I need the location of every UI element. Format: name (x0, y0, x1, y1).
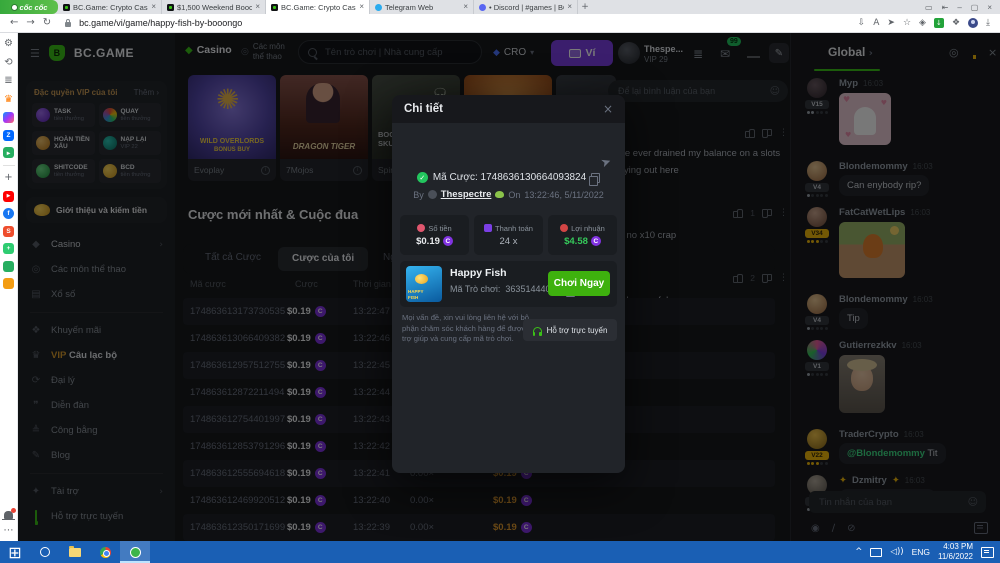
modal-title: Chi tiết (404, 103, 443, 115)
stat-profit: Lợi nhuận $4.58C (548, 215, 617, 255)
browser-toolbar: ← → ↻ bc.game/vi/game/happy-fish-by-booo… (0, 14, 1000, 33)
browser-sidebar: ⚙ ⟲ ≣ ♛ Z ▸ + ▶ f S + ⋯ (0, 33, 18, 541)
add-app-icon[interactable]: + (3, 172, 15, 184)
window-minimize-button[interactable]: – (957, 3, 961, 12)
volume-icon[interactable]: ◁)) (890, 547, 903, 557)
tab-discord[interactable]: • Discord | #games | BC G× (474, 0, 578, 14)
coccoc-taskbar-icon[interactable] (120, 541, 150, 563)
share-icon[interactable]: ➤ (887, 18, 895, 28)
back-button[interactable]: ← (10, 18, 18, 28)
bcgame-page: ☰ B BC.GAME Đặc quyền VIP của tôi Thêm ›… (18, 33, 1000, 541)
tab-close-icon[interactable]: × (255, 3, 260, 11)
bet-id: 1748636130664093824 (481, 172, 587, 183)
messenger-icon[interactable] (3, 112, 14, 123)
tab-booongo[interactable]: $1,500 Weekend Booongo M× (162, 0, 266, 14)
discord-favicon (479, 4, 486, 11)
tray-expand-icon[interactable]: ^ (855, 547, 862, 557)
bet-details-modal: Chi tiết × ➤ ✓ Mã Cược: 1748636130664093… (392, 95, 625, 473)
forward-button[interactable]: → (26, 18, 34, 28)
payout-icon (484, 224, 492, 232)
profile-icon[interactable] (968, 18, 978, 28)
crown-vip-icon[interactable]: ♛ (3, 94, 15, 106)
adblock-shield-icon[interactable]: ◈ (919, 18, 926, 28)
shopee-icon[interactable]: S (3, 226, 14, 237)
language-indicator[interactable]: ENG (912, 547, 930, 557)
zalo-icon[interactable]: Z (3, 130, 14, 141)
bet-datetime: 13:22:46, 5/11/2022 (524, 190, 603, 200)
tab-bcgame-1[interactable]: BC.Game: Crypto Casino Gan× (58, 0, 162, 14)
support-note: Mọi vấn đề, xin vui lòng liên hệ với bộ … (402, 313, 530, 345)
bcgame-favicon (167, 4, 174, 11)
start-button[interactable]: ⊞ (0, 541, 30, 563)
new-tab-button[interactable]: + (578, 0, 592, 14)
bcgame-favicon (271, 4, 278, 11)
extensions-icon[interactable]: ❖ (952, 18, 960, 28)
bcgame-favicon (63, 4, 70, 11)
lock-icon (65, 22, 71, 27)
newsfeed-icon[interactable]: ≣ (3, 75, 15, 87)
screen: cốc cốc BC.Game: Crypto Casino Gan× $1,5… (0, 0, 1000, 563)
window-close-button[interactable]: × (987, 3, 992, 12)
tab-close-icon[interactable]: × (359, 3, 364, 11)
windows-taskbar: ⊞ ^ ◁)) ENG 4:03 PM11/6/2022 (0, 541, 1000, 563)
profit-icon (560, 224, 568, 232)
bet-username[interactable]: Thespectre (441, 189, 492, 200)
tab-search-icon[interactable]: ▭ (925, 3, 933, 12)
downloads-icon[interactable]: ⤓ (986, 18, 990, 28)
translate-icon[interactable]: A (873, 18, 879, 28)
gift-app-icon[interactable]: + (3, 243, 14, 254)
modal-game-card: HAPPYFISH Happy Fish Mã Trò chơi: 363514… (400, 261, 617, 307)
game-title: Happy Fish (450, 267, 507, 279)
window-maximize-button[interactable]: ▢ (971, 3, 979, 12)
clock[interactable]: 4:03 PM11/6/2022 (938, 542, 973, 562)
telegram-favicon (375, 4, 382, 11)
gamepad-icon[interactable]: ▸ (3, 147, 14, 158)
reload-button[interactable]: ↻ (43, 18, 51, 28)
history-icon[interactable]: ⟲ (3, 57, 15, 69)
tab-telegram[interactable]: Telegram Web× (370, 0, 474, 14)
bookmark-star-icon[interactable]: ☆ (903, 18, 911, 28)
notifications-bell-icon[interactable] (4, 511, 13, 519)
tab-close-icon[interactable]: × (567, 3, 572, 11)
file-explorer-icon[interactable] (60, 541, 90, 563)
play-now-button[interactable]: Chơi Ngay (548, 271, 610, 296)
stat-payout: Thanh toán 24 x (474, 215, 543, 255)
coccoc-brand[interactable]: cốc cốc (0, 0, 58, 14)
network-icon[interactable] (870, 548, 882, 557)
live-support-button[interactable]: Hỗ trợ trực tuyến (523, 319, 617, 341)
modal-close-icon[interactable]: × (603, 102, 613, 116)
coccoc-logo-icon (11, 4, 18, 11)
tab-bcgame-active[interactable]: BC.Game: Crypto Casino Gan× (266, 0, 370, 14)
frog-emoji (495, 191, 504, 198)
share-bet-icon[interactable]: ➤ (599, 154, 613, 171)
stat-amount: Số tiền $0.19C (400, 215, 469, 255)
facebook-icon[interactable]: f (3, 208, 14, 219)
verified-check-icon: ✓ (417, 172, 428, 183)
pin-sidebar-icon[interactable]: ⇤ (942, 3, 949, 12)
more-icon[interactable]: ⋯ (3, 525, 15, 537)
amount-icon (417, 224, 425, 232)
headset-icon (533, 327, 542, 333)
tab-close-icon[interactable]: × (463, 3, 468, 11)
coin-icon: C (591, 236, 601, 246)
download-extension-icon[interactable]: ↓ (934, 18, 944, 28)
chrome-icon[interactable] (90, 541, 120, 563)
cart-app-icon[interactable] (3, 278, 14, 289)
taskbar-search-icon[interactable] (30, 541, 60, 563)
settings-icon[interactable]: ⚙ (3, 38, 15, 50)
mini-avatar (428, 190, 437, 199)
youtube-icon[interactable]: ▶ (3, 191, 14, 202)
browser-tabbar: cốc cốc BC.Game: Crypto Casino Gan× $1,5… (0, 0, 1000, 14)
action-center-icon[interactable] (981, 547, 994, 558)
address-bar[interactable]: bc.game/vi/game/happy-fish-by-booongo (79, 18, 850, 28)
copy-icon[interactable] (591, 173, 600, 183)
save-page-icon[interactable]: ⇩ (858, 18, 866, 28)
shop-hat-icon[interactable] (3, 261, 14, 272)
tab-close-icon[interactable]: × (151, 3, 156, 11)
coin-icon: C (443, 236, 453, 246)
game-thumbnail[interactable]: HAPPYFISH (406, 266, 442, 302)
